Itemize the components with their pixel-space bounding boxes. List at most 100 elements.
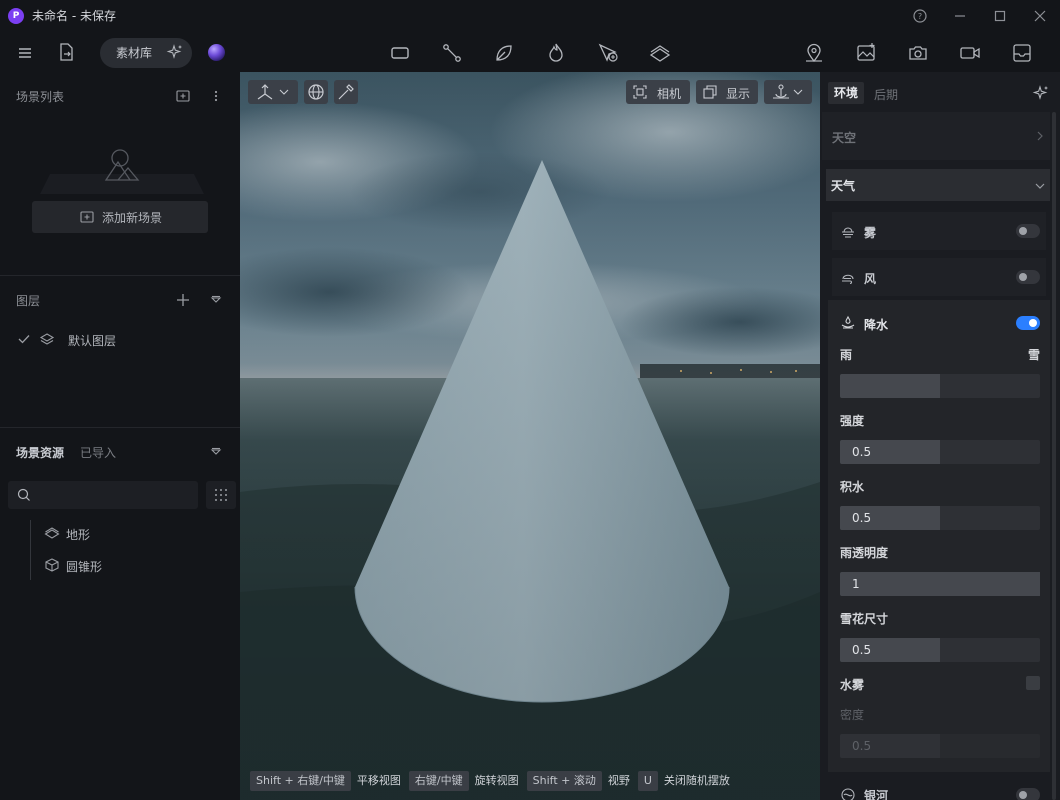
fire-icon[interactable] xyxy=(544,41,568,65)
camera-focus-icon xyxy=(633,85,647,99)
path-icon[interactable] xyxy=(440,41,464,65)
video-icon[interactable] xyxy=(958,41,982,65)
tray-icon[interactable] xyxy=(1010,41,1034,65)
app-logo-letter: P xyxy=(12,11,20,21)
galaxy-icon xyxy=(840,787,856,800)
shortcut-key: U xyxy=(637,771,658,791)
rain-opacity-slider[interactable]: 1 xyxy=(840,572,1040,596)
camera-icon[interactable] xyxy=(906,41,930,65)
cube-icon xyxy=(44,557,60,573)
galaxy-label: 银河 xyxy=(864,789,889,800)
sparkle-icon[interactable] xyxy=(1032,84,1050,102)
tree-guide-line xyxy=(30,520,31,580)
leaf-icon[interactable] xyxy=(492,41,516,65)
slider-fill xyxy=(840,572,1040,596)
terrain-icon[interactable] xyxy=(648,41,672,65)
intensity-label: 强度 xyxy=(840,414,865,428)
add-layer-icon[interactable] xyxy=(175,292,191,308)
transform-mode-dropdown[interactable] xyxy=(248,80,298,104)
precipitation-toggle[interactable] xyxy=(1016,316,1040,330)
check-icon[interactable] xyxy=(17,332,31,346)
asset-search-input[interactable] xyxy=(8,481,198,509)
chevron-down-icon xyxy=(1034,180,1046,192)
tab-environment[interactable]: 环境 xyxy=(828,82,864,104)
scene-render xyxy=(240,72,820,800)
maximize-icon[interactable] xyxy=(990,6,1010,26)
water-fog-checkbox[interactable] xyxy=(1026,676,1040,690)
intensity-slider[interactable]: 0.5 xyxy=(840,440,1040,464)
sky-label: 天空 xyxy=(832,131,857,145)
add-scene-button-icon xyxy=(79,209,95,225)
toggle-knob xyxy=(1019,791,1027,799)
rain-label: 雨 xyxy=(840,348,853,362)
asset-item-cone[interactable]: 圆锥形 xyxy=(66,558,102,575)
puddles-slider[interactable]: 0.5 xyxy=(840,506,1040,530)
snowflake-size-slider[interactable]: 0.5 xyxy=(840,638,1040,662)
shortcut-action: 视野 xyxy=(607,774,630,787)
weather-section-header[interactable] xyxy=(826,169,1050,201)
layers-stack-icon xyxy=(39,331,55,347)
user-avatar-orb[interactable] xyxy=(208,44,225,61)
shortcut-action: 平移视图 xyxy=(356,774,401,787)
window-title: 未命名 - 未保存 xyxy=(32,9,116,23)
layer-item-default[interactable]: 默认图层 xyxy=(68,332,116,349)
tab-post-processing[interactable]: 后期 xyxy=(874,86,898,103)
app-logo: P xyxy=(8,8,24,24)
grid-view-button[interactable] xyxy=(206,481,236,509)
asset-item-terrain[interactable]: 地形 xyxy=(66,526,90,543)
close-icon[interactable] xyxy=(1030,6,1050,26)
divider xyxy=(0,427,240,428)
right-panel-scrollbar[interactable] xyxy=(1052,112,1056,800)
help-icon[interactable]: ? xyxy=(910,6,930,26)
wind-label: 风 xyxy=(864,272,877,286)
terrain-icon xyxy=(44,525,60,541)
sparkle-icon[interactable] xyxy=(166,43,184,61)
placement-dropdown[interactable] xyxy=(764,80,812,104)
puddles-label: 积水 xyxy=(840,480,865,494)
weather-label: 天气 xyxy=(831,179,856,193)
camera-button[interactable]: 相机 xyxy=(626,80,690,104)
add-scene-button-label[interactable]: 添加新场景 xyxy=(102,209,162,226)
layers-collapse-icon[interactable] xyxy=(208,292,224,308)
menu-icon[interactable] xyxy=(14,42,36,64)
cursor-add-icon[interactable] xyxy=(596,41,620,65)
snowflake-size-label: 雪花尺寸 xyxy=(840,612,889,626)
fog-icon xyxy=(840,223,856,239)
water-fog-label: 水雾 xyxy=(840,678,865,692)
image-add-icon[interactable] xyxy=(854,41,878,65)
add-scene-icon[interactable] xyxy=(175,88,191,104)
galaxy-toggle[interactable] xyxy=(1016,788,1040,800)
assets-collapse-icon[interactable] xyxy=(208,444,224,460)
rain-snow-slider[interactable] xyxy=(840,374,1040,398)
fog-toggle[interactable] xyxy=(1016,224,1040,238)
display-layers-icon xyxy=(703,85,717,99)
globe-icon[interactable] xyxy=(304,80,328,104)
divider xyxy=(0,275,240,276)
eyedropper-icon[interactable] xyxy=(334,80,358,104)
3d-viewport[interactable] xyxy=(240,72,820,800)
tab-imported[interactable]: 已导入 xyxy=(80,444,116,461)
toggle-knob xyxy=(1019,227,1027,235)
sky-section-header[interactable] xyxy=(822,112,1050,160)
location-pin-icon[interactable] xyxy=(802,41,826,65)
anchor-icon xyxy=(773,84,803,99)
rectangle-icon[interactable] xyxy=(388,41,412,65)
more-options-icon[interactable] xyxy=(208,88,224,104)
precipitation-section xyxy=(828,300,1050,772)
display-button[interactable]: 显示 xyxy=(696,80,758,104)
wind-toggle[interactable] xyxy=(1016,270,1040,284)
minimize-icon[interactable] xyxy=(950,6,970,26)
shortcut-key: 右键/中键 xyxy=(408,771,469,791)
scene-assets-title[interactable]: 场景资源 xyxy=(16,444,64,461)
file-export-icon[interactable] xyxy=(55,41,77,63)
empty-scene-illustration-icon xyxy=(40,148,204,194)
asset-library-button[interactable]: 素材库 xyxy=(116,44,152,61)
shortcut-action: 旋转视图 xyxy=(474,774,519,787)
rain-opacity-label: 雨透明度 xyxy=(840,546,889,560)
density-slider[interactable]: 0.5 xyxy=(840,734,1040,758)
slider-fill xyxy=(840,374,940,398)
puddles-value: 0.5 xyxy=(852,511,872,525)
camera-button-label: 相机 xyxy=(657,87,682,101)
rain-opacity-value: 1 xyxy=(852,577,860,591)
density-label: 密度 xyxy=(840,708,865,722)
